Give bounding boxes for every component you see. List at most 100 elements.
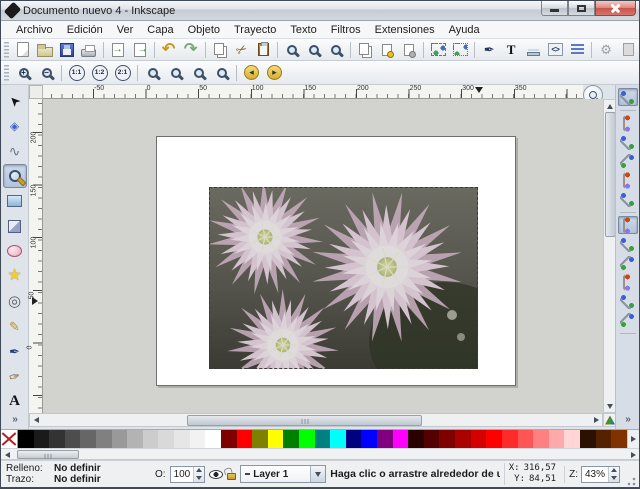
palette-swatch[interactable] bbox=[96, 430, 112, 448]
palette-swatch[interactable] bbox=[18, 430, 34, 448]
palette-swatch[interactable] bbox=[205, 430, 221, 448]
horizontal-ruler[interactable]: -50050100150200250300350 bbox=[43, 85, 583, 99]
snap-paths-button[interactable] bbox=[618, 235, 638, 253]
layers-dialog-button[interactable] bbox=[522, 40, 544, 60]
duplicate-button[interactable] bbox=[354, 40, 376, 60]
palette-swatch[interactable] bbox=[158, 430, 174, 448]
palette-swatch[interactable] bbox=[283, 430, 299, 448]
layer-unlock-icon[interactable] bbox=[227, 473, 236, 480]
resize-grip[interactable] bbox=[624, 474, 637, 487]
palette-swatch[interactable] bbox=[330, 430, 346, 448]
menu-objeto[interactable]: Objeto bbox=[181, 23, 227, 37]
snap-toggle-button[interactable] bbox=[618, 88, 638, 106]
group-objects-button[interactable] bbox=[427, 40, 449, 60]
zoom-page-fit-button[interactable] bbox=[325, 40, 347, 60]
palette-swatch[interactable] bbox=[346, 430, 362, 448]
layer-visibility-eye-icon[interactable] bbox=[209, 470, 223, 479]
copy-button[interactable] bbox=[209, 40, 231, 60]
menu-capa[interactable]: Capa bbox=[140, 23, 180, 37]
flower-photo[interactable] bbox=[209, 187, 478, 369]
menu-filtros[interactable]: Filtros bbox=[324, 23, 368, 37]
snap-bbox-button[interactable] bbox=[618, 114, 638, 132]
palette-swatch[interactable] bbox=[518, 430, 534, 448]
canvas[interactable] bbox=[43, 99, 603, 413]
palette-swatch[interactable] bbox=[393, 430, 409, 448]
palette-swatch[interactable] bbox=[315, 430, 331, 448]
zoom-drawing-fit-button[interactable] bbox=[303, 40, 325, 60]
box3d-tool-button[interactable] bbox=[3, 214, 27, 238]
horizontal-scrollbar[interactable] bbox=[29, 413, 603, 427]
menu-texto[interactable]: Texto bbox=[283, 23, 323, 37]
menu-extensiones[interactable]: Extensiones bbox=[368, 23, 442, 37]
opacity-stepper[interactable] bbox=[193, 467, 204, 482]
palette-swatch[interactable] bbox=[237, 430, 253, 448]
text-dialog-button[interactable]: T bbox=[500, 40, 522, 60]
zoom-stepper[interactable] bbox=[608, 467, 619, 482]
open-document-button[interactable] bbox=[34, 40, 56, 60]
pen-tool-button[interactable]: ✒ bbox=[3, 339, 27, 363]
undo-button[interactable]: ↶ bbox=[158, 40, 180, 60]
palette-swatch[interactable] bbox=[549, 430, 565, 448]
zoom-2-1-button[interactable]: 2:1 bbox=[111, 63, 134, 83]
menu-edicion[interactable]: Edición bbox=[60, 23, 110, 37]
zoom-out-button[interactable]: − bbox=[35, 63, 58, 83]
palette-swatch[interactable] bbox=[49, 430, 65, 448]
palette-swatch[interactable] bbox=[221, 430, 237, 448]
palette-swatch[interactable] bbox=[174, 430, 190, 448]
menu-ver[interactable]: Ver bbox=[110, 23, 141, 37]
star-tool-button[interactable]: ★ bbox=[3, 264, 27, 288]
palette-swatch[interactable] bbox=[190, 430, 206, 448]
zoom-selection-button[interactable] bbox=[141, 63, 164, 83]
snap-bbox-edges-button[interactable] bbox=[618, 133, 638, 151]
import-image-button[interactable]: → bbox=[107, 40, 129, 60]
layer-selector[interactable]: Layer 1 bbox=[240, 465, 326, 483]
zoom-tool-button[interactable] bbox=[3, 164, 27, 188]
no-color-swatch[interactable] bbox=[1, 430, 18, 448]
palette-swatch[interactable] bbox=[127, 430, 143, 448]
zoom-next-button[interactable]: ▸ bbox=[263, 63, 286, 83]
preferences-button[interactable]: ⚙ bbox=[595, 40, 617, 60]
new-document-button[interactable] bbox=[12, 40, 34, 60]
palette-swatch[interactable] bbox=[580, 430, 596, 448]
palette-swatch[interactable] bbox=[502, 430, 518, 448]
snap-path-intersections-button[interactable] bbox=[618, 254, 638, 272]
toolbox-overflow-button[interactable]: » bbox=[12, 414, 17, 425]
vertical-ruler[interactable]: 200150100500 bbox=[29, 99, 43, 413]
zoom-1-1-button[interactable]: 1:1 bbox=[65, 63, 88, 83]
document-properties-button[interactable] bbox=[617, 40, 639, 60]
text-tool-button[interactable]: A bbox=[3, 389, 27, 413]
horizontal-scroll-thumb[interactable] bbox=[187, 415, 422, 426]
zoom-in-button[interactable]: + bbox=[12, 63, 35, 83]
calligraphy-tool-button[interactable]: ✑ bbox=[3, 364, 27, 388]
rectangle-tool-button[interactable] bbox=[3, 189, 27, 213]
redo-button[interactable]: ↷ bbox=[180, 40, 202, 60]
close-button[interactable] bbox=[595, 1, 636, 16]
unlink-clone-button[interactable] bbox=[398, 40, 420, 60]
ungroup-objects-button[interactable] bbox=[449, 40, 471, 60]
align-dialog-button[interactable] bbox=[566, 40, 588, 60]
snap-bbox-midpoints-button[interactable] bbox=[618, 171, 638, 189]
palette-swatch[interactable] bbox=[455, 430, 471, 448]
zoom-spinbox[interactable]: 43% bbox=[581, 466, 620, 483]
snap-midpoints-button[interactable] bbox=[618, 311, 638, 329]
cut-button[interactable]: ✂ bbox=[231, 40, 253, 60]
snap-nodes-button[interactable] bbox=[618, 216, 638, 234]
palette-swatch[interactable] bbox=[377, 430, 393, 448]
snapbar-overflow-button[interactable]: » bbox=[625, 414, 630, 425]
print-document-button[interactable] bbox=[78, 40, 100, 60]
document-page[interactable] bbox=[156, 136, 516, 386]
spiral-tool-button[interactable]: ◎ bbox=[3, 289, 27, 313]
palette-swatch[interactable] bbox=[80, 430, 96, 448]
paste-button[interactable] bbox=[252, 40, 274, 60]
zoom-selection-fit-button[interactable] bbox=[281, 40, 303, 60]
opacity-spinbox[interactable]: 100 bbox=[170, 466, 206, 483]
snap-cusp-nodes-button[interactable] bbox=[618, 273, 638, 291]
menu-trayecto[interactable]: Trayecto bbox=[227, 23, 283, 37]
zoom-previous-button[interactable]: ◂ bbox=[240, 63, 263, 83]
zoom-drawing-button[interactable] bbox=[164, 63, 187, 83]
fill-stroke-indicator[interactable]: Relleno:No definir Trazo:No definir bbox=[3, 463, 151, 486]
zoom-page-button[interactable] bbox=[187, 63, 210, 83]
toolbar-grip[interactable] bbox=[4, 42, 9, 58]
palette-overflow-arrow[interactable] bbox=[627, 430, 639, 448]
palette-swatch[interactable] bbox=[424, 430, 440, 448]
